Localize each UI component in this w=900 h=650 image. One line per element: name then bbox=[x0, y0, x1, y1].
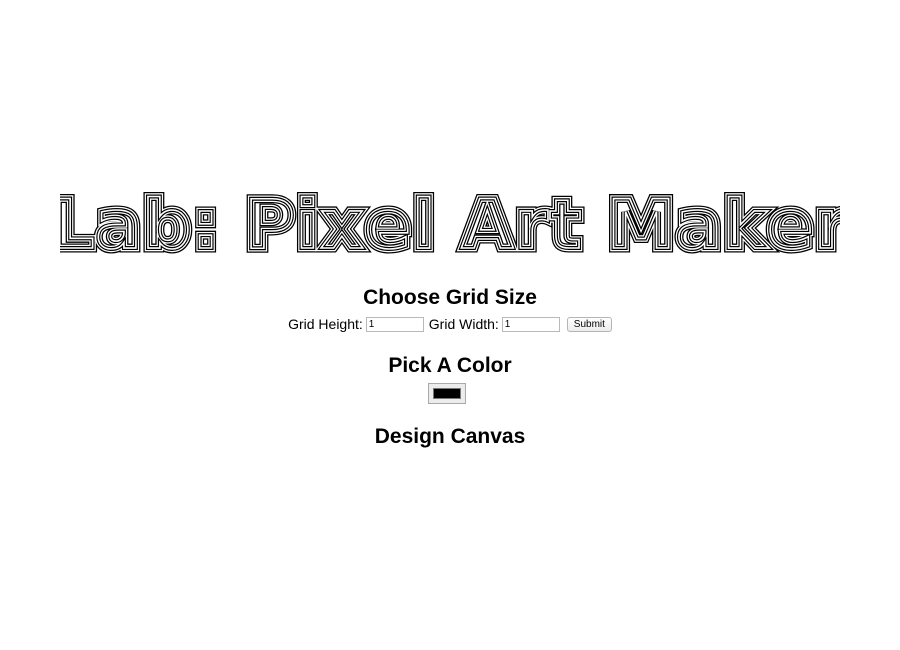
color-picker[interactable] bbox=[428, 383, 466, 404]
color-swatch bbox=[433, 388, 461, 399]
page-title: Lab: Pixel Art Maker Lab: Pixel Art Make… bbox=[0, 190, 900, 260]
canvas-section-heading-wrap: Design Canvas bbox=[0, 425, 900, 449]
title-text: Lab: Pixel Art Maker Lab: Pixel Art Make… bbox=[60, 190, 840, 260]
color-section-heading-wrap: Pick A Color bbox=[0, 354, 900, 378]
grid-height-input[interactable] bbox=[365, 316, 424, 332]
grid-height-label: Grid Height: bbox=[288, 316, 363, 332]
grid-width-label: Grid Width: bbox=[428, 316, 499, 332]
grid-size-heading: Choose Grid Size bbox=[363, 286, 537, 309]
pick-color-heading: Pick A Color bbox=[388, 354, 512, 377]
grid-width-input[interactable] bbox=[501, 316, 560, 332]
submit-button[interactable]: Submit bbox=[566, 316, 612, 332]
grid-size-form: Grid Height: Grid Width: Submit bbox=[0, 316, 900, 332]
design-canvas[interactable] bbox=[0, 455, 900, 605]
pixel-art-maker-page: Lab: Pixel Art Maker Lab: Pixel Art Make… bbox=[0, 0, 900, 650]
design-canvas-heading: Design Canvas bbox=[374, 425, 526, 448]
grid-size-section-heading-wrap: Choose Grid Size bbox=[0, 286, 900, 310]
